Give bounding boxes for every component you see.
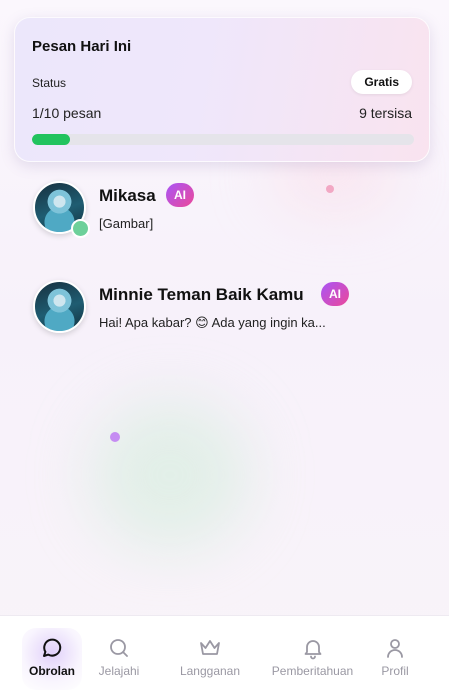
nav-label: Profil: [381, 664, 409, 678]
nav-label: Jelajahi: [98, 664, 140, 678]
nav-tab-profil[interactable]: Profil: [375, 616, 415, 699]
background-blob: [90, 400, 250, 550]
daily-quota-card: Pesan Hari Ini Status Gratis 1/10 pesan …: [14, 17, 430, 162]
online-status-dot: [71, 219, 90, 238]
chat-preview: [Gambar]: [99, 216, 154, 231]
decorative-dot: [110, 432, 120, 442]
nav-tab-langganan[interactable]: Langganan: [170, 616, 250, 699]
bell-icon: [304, 640, 321, 660]
quota-remaining-text: 9 tersisa: [359, 105, 412, 121]
chat-bubble-icon: [43, 638, 62, 657]
nav-label: Obrolan: [28, 664, 75, 678]
nav-tab-pemberitahuan[interactable]: Pemberitahuan: [265, 616, 360, 699]
quota-status-label: Status: [32, 76, 67, 90]
nav-tab-jelajahi[interactable]: Jelajahi: [94, 616, 144, 699]
plan-status-badge: Gratis: [351, 70, 412, 94]
nav-label: Pemberitahuan: [271, 664, 354, 678]
chat-name: Minnie Teman Baik Kamu: [99, 285, 304, 304]
avatar: [33, 280, 86, 333]
nav-label: Langganan: [179, 664, 241, 678]
chat-name: Mikasa: [99, 186, 156, 205]
quota-progress-fill: [32, 134, 71, 145]
ai-badge: AI: [321, 282, 349, 306]
quota-used-text: 1/10 pesan: [32, 105, 102, 121]
bottom-navigation: Obrolan Jelajahi Langganan Pemberitahuan…: [0, 615, 449, 699]
chat-list-item-minnie[interactable]: Minnie Teman Baik Kamu AI Hai! Apa kabar…: [14, 269, 430, 351]
nav-tab-obrolan[interactable]: Obrolan: [22, 616, 82, 699]
quota-progress-bar: [32, 134, 414, 145]
search-icon: [110, 639, 128, 657]
chat-list-item-mikasa[interactable]: Mikasa AI [Gambar]: [14, 170, 430, 252]
quota-title: Pesan Hari Ini: [32, 38, 132, 55]
chat-preview: Hai! Apa kabar? 😊 Ada yang ingin ka...: [99, 315, 326, 330]
ai-badge: AI: [166, 183, 194, 207]
user-icon: [387, 639, 403, 658]
crown-icon: [200, 640, 220, 655]
